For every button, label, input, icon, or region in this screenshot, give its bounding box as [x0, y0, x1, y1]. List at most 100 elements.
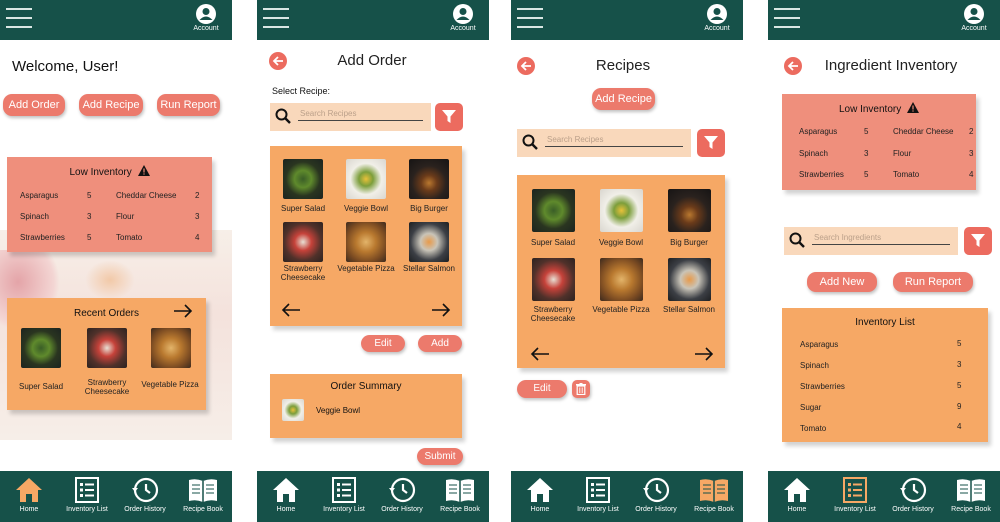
history-icon	[900, 477, 927, 503]
nav-home[interactable]: Home	[512, 476, 568, 513]
arrow-left-icon[interactable]	[530, 347, 550, 361]
order-summary-panel: Order Summary Veggie Bowl	[270, 374, 462, 438]
nav-recipe-book[interactable]: Recipe Book	[175, 476, 231, 513]
account-button[interactable]: Account	[443, 4, 483, 32]
low-item-name: Strawberries	[20, 233, 65, 242]
recipe-thumbnail[interactable]	[21, 328, 61, 368]
add-new-button[interactable]: Add New	[807, 272, 877, 292]
nav-order-history[interactable]: Order History	[628, 476, 684, 513]
menu-icon[interactable]	[263, 8, 289, 32]
nav-order-history[interactable]: Order History	[885, 476, 941, 513]
recipe-search-box[interactable]: Search Recipes	[517, 129, 691, 157]
summary-item-thumbnail	[282, 399, 304, 421]
nav-recipe-book[interactable]: Recipe Book	[943, 476, 999, 513]
low-item-qty: 3	[195, 212, 200, 221]
submit-button[interactable]: Submit	[417, 448, 463, 465]
back-button[interactable]	[269, 52, 287, 70]
recipe-label: Stellar Salmon	[402, 264, 456, 273]
nav-recipe-book[interactable]: Recipe Book	[686, 476, 742, 513]
recipe-thumbnail[interactable]	[283, 222, 323, 262]
menu-icon[interactable]	[517, 8, 543, 32]
nav-home[interactable]: Home	[769, 476, 825, 513]
menu-icon[interactable]	[6, 8, 32, 32]
arrow-right-icon[interactable]	[694, 347, 714, 361]
nav-inventory-list[interactable]: Inventory List	[59, 476, 115, 513]
nav-inventory-list[interactable]: Inventory List	[827, 476, 883, 513]
account-label: Account	[193, 25, 219, 32]
account-icon	[453, 4, 473, 24]
add-button[interactable]: Add	[418, 335, 462, 352]
arrow-left-icon[interactable]	[281, 303, 301, 317]
recipe-thumbnail[interactable]	[87, 328, 127, 368]
search-underline	[545, 146, 683, 147]
recipe-thumbnail[interactable]	[283, 159, 323, 199]
recipe-thumbnail[interactable]	[600, 189, 643, 232]
list-icon	[75, 477, 99, 503]
nav-home[interactable]: Home	[258, 476, 314, 513]
home-screen: Account Welcome, User! Add Order Add Rec…	[0, 0, 232, 522]
nav-label: Home	[276, 506, 296, 513]
low-item-qty: 5	[87, 233, 92, 242]
recipe-thumbnail[interactable]	[668, 258, 711, 301]
low-item-name: Cheddar Cheese	[893, 127, 954, 136]
account-icon	[964, 4, 984, 24]
search-placeholder: Search Ingredients	[814, 233, 882, 242]
back-button[interactable]	[784, 57, 802, 75]
account-button[interactable]: Account	[186, 4, 226, 32]
recipe-thumbnail[interactable]	[532, 189, 575, 232]
add-recipe-button[interactable]: Add Recipe	[79, 94, 143, 116]
recipe-thumbnail[interactable]	[346, 222, 386, 262]
book-icon	[957, 479, 985, 502]
nav-label: Home	[19, 506, 39, 513]
arrow-right-icon[interactable]	[173, 304, 193, 318]
recipe-label: Vegetable Pizza	[337, 264, 395, 273]
nav-inventory-list[interactable]: Inventory List	[316, 476, 372, 513]
account-button[interactable]: Account	[954, 4, 994, 32]
nav-recipe-book[interactable]: Recipe Book	[432, 476, 488, 513]
low-item-qty: 5	[87, 191, 92, 200]
account-label: Account	[961, 25, 987, 32]
add-order-button[interactable]: Add Order	[3, 94, 65, 116]
arrow-right-icon[interactable]	[431, 303, 451, 317]
run-report-button[interactable]: Run Report	[157, 94, 220, 116]
recipe-thumbnail[interactable]	[409, 159, 449, 199]
low-item-name: Spinach	[799, 149, 828, 158]
recipe-thumbnail[interactable]	[532, 258, 575, 301]
filter-button[interactable]	[435, 103, 463, 131]
nav-label: Inventory List	[66, 506, 108, 513]
ingredient-search-box[interactable]: Search Ingredients	[784, 227, 958, 255]
nav-order-history[interactable]: Order History	[374, 476, 430, 513]
recipe-search-box[interactable]: Search Recipes	[270, 103, 431, 131]
search-underline	[298, 120, 423, 121]
nav-inventory-list[interactable]: Inventory List	[570, 476, 626, 513]
edit-button[interactable]: Edit	[361, 335, 405, 352]
inventory-item-name: Strawberries	[800, 382, 845, 391]
book-icon	[189, 479, 217, 502]
ingredient-inventory-screen: Account Ingredient Inventory Low Invento…	[768, 0, 1000, 522]
recipe-thumbnail[interactable]	[668, 189, 711, 232]
list-icon	[332, 477, 356, 503]
recipe-thumbnail[interactable]	[346, 159, 386, 199]
book-icon	[700, 479, 728, 502]
recipe-thumbnail[interactable]	[151, 328, 191, 368]
add-recipe-button[interactable]: Add Recipe	[592, 88, 655, 110]
delete-button[interactable]	[572, 380, 590, 398]
run-report-button[interactable]: Run Report	[893, 272, 973, 292]
back-button[interactable]	[517, 57, 535, 75]
low-item-name: Asparagus	[20, 191, 59, 200]
history-icon	[643, 477, 670, 503]
menu-icon[interactable]	[774, 8, 800, 32]
search-icon	[789, 232, 805, 248]
account-button[interactable]: Account	[697, 4, 737, 32]
low-inventory-panel: Low Inventory Asparagus 5 Cheddar Cheese…	[7, 157, 212, 252]
recipe-thumbnail[interactable]	[600, 258, 643, 301]
filter-button[interactable]	[697, 129, 725, 157]
inventory-list-title: Inventory List	[855, 317, 915, 328]
summary-item-name: Veggie Bowl	[316, 406, 361, 415]
nav-home[interactable]: Home	[1, 476, 57, 513]
nav-order-history[interactable]: Order History	[117, 476, 173, 513]
recipe-thumbnail[interactable]	[409, 222, 449, 262]
edit-button[interactable]: Edit	[517, 380, 567, 398]
filter-button[interactable]	[964, 227, 992, 255]
search-icon	[275, 108, 291, 124]
